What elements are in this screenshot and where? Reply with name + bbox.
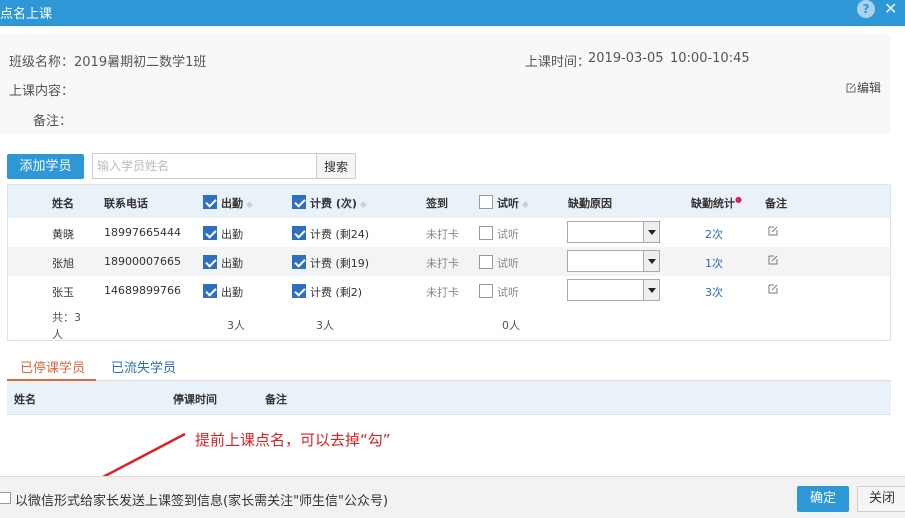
attendance-table-header: 姓名 联系电话 出勤 ◆ 计费 (次) ◆ 签到 试听 ◆ 缺勤原因 缺勤统计● 备注 [8, 185, 890, 218]
col-trial-label: 试听 [497, 197, 519, 210]
trial-label: 试听 [497, 257, 519, 270]
absent-count-link[interactable]: 1次 [705, 255, 723, 271]
dialog-title: 点名上课 [0, 7, 53, 22]
col-stopped-name: 姓名 [14, 393, 36, 406]
col-attend-label: 出勤 [221, 197, 243, 210]
absent-count-link[interactable]: 2次 [705, 226, 723, 242]
wechat-notify-label: 以微信形式给家长发送上课签到信息(家长需关注"师生信"公众号) [15, 494, 389, 509]
class-name-label: 班级名称： [9, 55, 75, 70]
attend-all-checkbox[interactable] [203, 195, 217, 209]
charge-checkbox[interactable] [292, 255, 306, 269]
close-button[interactable]: 关闭 [857, 486, 905, 512]
trial-total: 0人 [502, 319, 520, 332]
confirm-button[interactable]: 确定 [797, 486, 849, 512]
dialog-titlebar: 点名上课 ? ✕ [0, 0, 905, 26]
total-count-line2: 人 [52, 328, 63, 341]
chevron-down-icon [643, 222, 659, 242]
class-name-value: 2019暑期初二数学1班 [74, 55, 207, 70]
col-stopped-note: 备注 [265, 393, 287, 406]
attend-checkbox[interactable] [203, 255, 217, 269]
edit-note-icon[interactable] [768, 225, 779, 236]
edit-label: 编辑 [857, 81, 882, 95]
charge-total: 3人 [316, 319, 334, 332]
student-name: 张玉 [52, 286, 74, 299]
chevron-down-icon [643, 251, 659, 271]
sort-icon: ◆ [359, 200, 367, 210]
table-row: 张玉 14689899766 出勤 计费 (剩2) 未打卡 试听 3次 [8, 276, 890, 305]
required-dot-icon: ● [735, 195, 742, 204]
class-time: 10:00-10:45 [670, 51, 750, 66]
col-attend[interactable]: 出勤 ◆ [221, 195, 253, 211]
charge-checkbox[interactable] [292, 226, 306, 240]
class-info-panel [0, 34, 891, 134]
student-name: 黄晓 [52, 228, 74, 241]
wechat-notify-checkbox[interactable] [0, 492, 11, 504]
charge-all-checkbox[interactable] [292, 195, 306, 209]
charge-label: 计费 (剩19) [310, 257, 370, 270]
content-label: 上课内容： [9, 84, 75, 99]
table-row: 张旭 18900007665 出勤 计费 (剩19) 未打卡 试听 1次 [8, 247, 890, 276]
trial-label: 试听 [497, 286, 519, 299]
sign-status: 未打卡 [426, 228, 459, 241]
sign-status: 未打卡 [426, 257, 459, 270]
sort-icon: ◆ [522, 200, 529, 210]
col-absent: 缺勤统计● [691, 195, 742, 211]
class-date: 2019-03-05 [588, 51, 664, 66]
col-stop-time: 停课时间 [173, 393, 217, 406]
edit-button[interactable]: 编辑 [846, 79, 881, 96]
col-reason: 缺勤原因 [568, 197, 612, 210]
trial-all-checkbox[interactable] [479, 195, 493, 209]
student-name: 张旭 [52, 257, 74, 270]
student-phone: 18997665444 [104, 226, 181, 239]
annotation-text: 提前上课点名，可以去掉“勾” [195, 431, 391, 449]
total-count-line1: 共：3 [52, 311, 81, 324]
student-search-input[interactable] [92, 153, 318, 179]
col-phone: 联系电话 [104, 197, 148, 210]
sort-icon: ◆ [246, 200, 253, 210]
edit-note-icon[interactable] [768, 283, 779, 294]
col-charge[interactable]: 计费 (次) ◆ [310, 195, 367, 211]
trial-checkbox[interactable] [479, 284, 493, 298]
tab-lost-students[interactable]: 已流失学员 [111, 357, 176, 376]
absence-reason-select[interactable] [567, 279, 660, 301]
charge-label: 计费 (剩2) [310, 286, 363, 299]
attendance-table: 姓名 联系电话 出勤 ◆ 计费 (次) ◆ 签到 试听 ◆ 缺勤原因 缺勤统计● 备注… [7, 184, 891, 341]
col-sign: 签到 [426, 197, 448, 210]
col-absent-label: 缺勤统计 [691, 197, 735, 210]
charge-label: 计费 (剩24) [310, 228, 370, 241]
trial-label: 试听 [497, 228, 519, 241]
col-name: 姓名 [52, 197, 74, 210]
absence-reason-select[interactable] [567, 250, 660, 272]
col-charge-label: 计费 (次) [310, 197, 357, 210]
absence-reason-select[interactable] [567, 221, 660, 243]
student-phone: 18900007665 [104, 255, 181, 268]
charge-checkbox[interactable] [292, 284, 306, 298]
search-button[interactable]: 搜索 [316, 153, 356, 179]
attend-label: 出勤 [221, 257, 243, 270]
col-trial[interactable]: 试听 ◆ [497, 195, 529, 211]
help-icon[interactable]: ? [857, 0, 875, 18]
attend-checkbox[interactable] [203, 226, 217, 240]
tab-stopped-students[interactable]: 已停课学员 [20, 357, 85, 376]
add-student-button[interactable]: 添加学员 [7, 154, 84, 179]
attend-label: 出勤 [221, 286, 243, 299]
edit-icon [846, 83, 856, 93]
class-time-label: 上课时间： [525, 55, 591, 70]
attend-label: 出勤 [221, 228, 243, 241]
student-phone: 14689899766 [104, 284, 181, 297]
edit-note-icon[interactable] [768, 254, 779, 265]
table-row: 黄晓 18997665444 出勤 计费 (剩24) 未打卡 试听 2次 [8, 218, 890, 247]
sign-status: 未打卡 [426, 286, 459, 299]
absent-count-link[interactable]: 3次 [705, 284, 723, 300]
chevron-down-icon [643, 280, 659, 300]
trial-checkbox[interactable] [479, 226, 493, 240]
stopped-students-table-header: 姓名 停课时间 备注 [7, 381, 891, 415]
close-icon[interactable]: ✕ [884, 0, 897, 18]
trial-checkbox[interactable] [479, 255, 493, 269]
note-label: 备注： [33, 114, 73, 129]
attend-checkbox[interactable] [203, 284, 217, 298]
dialog-footer: 以微信形式给家长发送上课签到信息(家长需关注"师生信"公众号) 确定 关闭 [0, 476, 905, 518]
attend-total: 3人 [227, 319, 245, 332]
col-note: 备注 [765, 197, 787, 210]
